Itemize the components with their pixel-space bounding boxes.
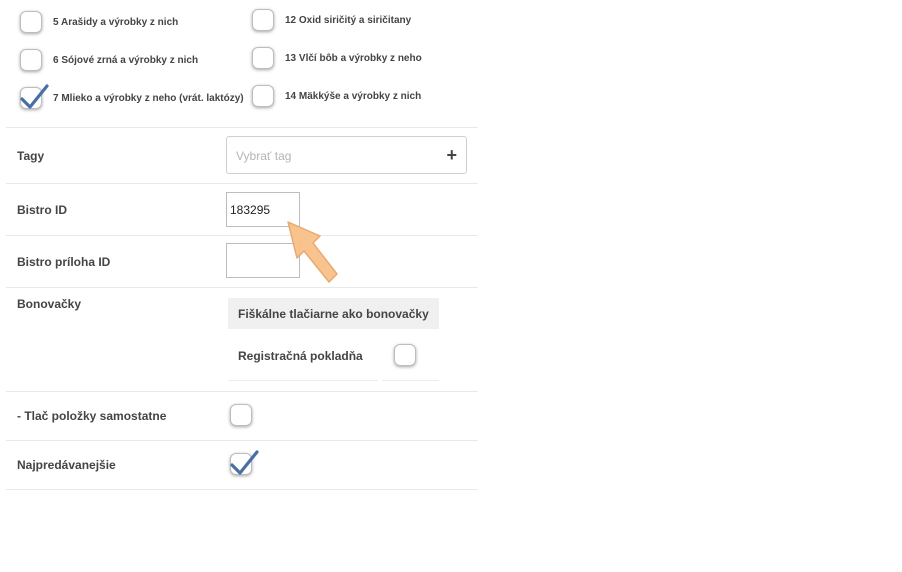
printer-row-label: Registračná pokladňa — [238, 349, 363, 363]
allergen-checkbox-7[interactable] — [20, 84, 49, 109]
table-divider — [228, 380, 378, 381]
divider — [6, 489, 478, 490]
allergen-label: 14 Mäkkýše a výrobky z nich — [285, 91, 422, 102]
allergen-checkbox-5[interactable] — [20, 11, 42, 33]
bistro-id-label: Bistro ID — [17, 203, 68, 217]
table-divider — [382, 380, 439, 381]
print-separately-checkbox[interactable] — [230, 404, 252, 426]
allergen-checkbox-14[interactable] — [252, 85, 274, 107]
divider — [6, 183, 478, 184]
allergen-checkbox-12[interactable] — [252, 9, 274, 31]
tags-label: Tagy — [17, 149, 45, 163]
bistro-priloha-id-label: Bistro príloha ID — [17, 255, 111, 269]
divider — [6, 127, 478, 128]
allergen-checkbox-13[interactable] — [252, 47, 274, 69]
bestsellers-label: Najpredávanejšie — [17, 458, 116, 472]
allergen-label: 6 Sójové zrná a výrobky z nich — [53, 55, 199, 66]
divider — [6, 440, 478, 441]
pointer-arrow-icon — [287, 221, 338, 283]
allergen-label: 13 Vlčí bôb a výrobky z neho — [285, 53, 422, 64]
printers-table-header: Fiškálne tlačiarne ako bonovačky — [228, 298, 439, 329]
bestsellers-checkbox[interactable] — [230, 450, 259, 475]
tag-select[interactable]: Vybrať tag + — [226, 136, 467, 174]
bonovacky-label: Bonovačky — [17, 297, 82, 311]
checkmark-icon — [20, 84, 49, 109]
plus-icon[interactable]: + — [446, 145, 457, 165]
allergen-label: 5 Arašidy a výrobky z nich — [53, 17, 179, 28]
allergen-label: 7 Mlieko a výrobky z neho (vrát. laktózy… — [53, 93, 244, 104]
divider — [6, 287, 478, 288]
print-separately-label: - Tlač položky samostatne — [17, 409, 167, 423]
allergen-label: 12 Oxid siričitý a siričitany — [285, 15, 412, 26]
allergen-checkbox-6[interactable] — [20, 49, 42, 71]
divider — [6, 391, 478, 392]
tag-select-placeholder: Vybrať tag — [236, 149, 292, 163]
printer-checkbox[interactable] — [394, 344, 416, 366]
divider — [6, 235, 478, 236]
checkmark-icon — [230, 450, 259, 475]
